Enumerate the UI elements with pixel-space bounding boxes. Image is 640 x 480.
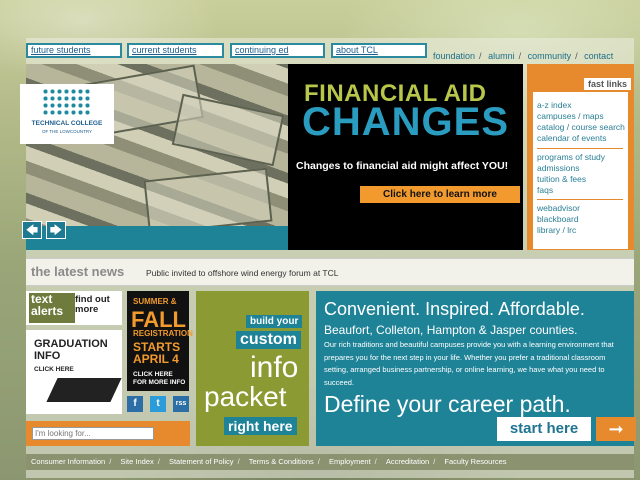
fast-link-admissions[interactable]: admissions	[537, 163, 580, 173]
bill-image	[143, 167, 273, 235]
bill-image	[171, 93, 285, 167]
intro-body: Our rich traditions and beautiful campus…	[324, 340, 614, 387]
footer-link[interactable]: Employment	[329, 457, 371, 466]
divider	[537, 148, 623, 149]
summer-line1: SUMMER &	[133, 297, 177, 306]
logo-line1: TECHNICAL COLLEGE	[31, 120, 103, 127]
tab-future-students[interactable]: future students	[26, 43, 122, 58]
graduation-info-promo[interactable]: GRADUATION INFO CLICK HERE	[26, 330, 122, 414]
tab-label[interactable]: current students	[129, 45, 222, 56]
intro-title: Convenient. Inspired. Affordable.	[324, 299, 585, 319]
news-ticker: the latest news Public invited to offsho…	[26, 258, 634, 286]
util-link-alumni[interactable]: alumni	[488, 51, 515, 61]
search-input[interactable]	[32, 427, 154, 440]
info-line4: packet	[204, 381, 287, 412]
separator: /	[479, 51, 482, 61]
start-arrow-icon[interactable]: ➞	[596, 417, 636, 441]
summer-line3: REGISTRATION	[133, 329, 193, 338]
info-packet-promo[interactable]: build your custom info packet right here	[196, 291, 309, 446]
logo-mark-icon	[42, 88, 92, 116]
prev-arrow-icon[interactable]: 🡄	[22, 221, 42, 239]
find-out-more-label: find out more	[75, 294, 110, 315]
next-arrow-icon[interactable]: 🡆	[46, 221, 66, 239]
info-line2: custom	[236, 331, 301, 349]
fast-link-catalog[interactable]: catalog / course search	[537, 122, 625, 132]
fast-link-webadvisor[interactable]: webadvisor	[537, 203, 580, 213]
tab-label[interactable]: about TCL	[333, 45, 425, 56]
fast-link-a-z[interactable]: a-z index	[537, 100, 572, 110]
footer-link[interactable]: Statement of Policy	[169, 457, 234, 466]
fast-link-tuition[interactable]: tuition & fees	[537, 174, 586, 184]
graduation-title: GRADUATION INFO	[34, 338, 108, 362]
news-headline-link[interactable]: Public invited to offshore wind energy f…	[146, 268, 338, 278]
graduation-cta: CLICK HERE	[34, 366, 74, 373]
site-search	[26, 421, 190, 446]
news-label: the latest news	[31, 264, 125, 279]
rss-icon[interactable]: rss	[173, 396, 189, 412]
summer-line4: STARTS APRIL 4	[133, 340, 181, 366]
footer-nav: Consumer Information / Site Index / Statem…	[26, 454, 634, 470]
info-line3: info	[250, 351, 299, 384]
twitter-icon[interactable]: t	[150, 396, 166, 412]
info-line5: right here	[224, 417, 297, 435]
intro-tagline: Define your career path.	[324, 391, 571, 417]
fast-link-faqs[interactable]: faqs	[537, 185, 553, 195]
college-logo[interactable]: TECHNICAL COLLEGE OF THE LOWCOUNTRY	[20, 84, 114, 144]
separator: /	[433, 457, 436, 466]
fast-link-blackboard[interactable]: blackboard	[537, 214, 579, 224]
hero-cta-button[interactable]: Click here to learn more	[360, 186, 520, 203]
separator: /	[237, 457, 240, 466]
separator: /	[575, 51, 578, 61]
hero-subline: Changes to financial aid might affect YO…	[296, 160, 509, 172]
footer-link[interactable]: Accreditation	[386, 457, 429, 466]
footer-link[interactable]: Consumer Information	[31, 457, 105, 466]
separator: /	[157, 457, 160, 466]
hero-headline-2: CHANGES	[302, 100, 510, 144]
fast-link-library[interactable]: library / lrc	[537, 225, 576, 235]
tab-label[interactable]: continuing ed	[232, 45, 323, 56]
fast-link-calendar[interactable]: calendar of events	[537, 133, 606, 143]
tab-about-tcl[interactable]: about TCL	[331, 43, 427, 58]
tab-label[interactable]: future students	[28, 45, 120, 56]
footer-link[interactable]: Terms & Conditions	[249, 457, 314, 466]
separator: /	[374, 457, 377, 466]
footer-link[interactable]: Faculty Resources	[444, 457, 506, 466]
util-link-community[interactable]: community	[528, 51, 572, 61]
separator: /	[518, 51, 522, 61]
tab-continuing-ed[interactable]: continuing ed	[230, 43, 325, 58]
util-link-contact[interactable]: contact	[584, 51, 613, 61]
fast-links-panel: fast links a-z index campuses / maps cat…	[527, 64, 634, 250]
fast-link-campuses[interactable]: campuses / maps	[537, 111, 604, 121]
separator: /	[317, 457, 320, 466]
logo-line2: OF THE LOWCOUNTRY	[41, 129, 93, 134]
text-alerts-label: text alerts	[29, 293, 75, 323]
footer-link[interactable]: Site Index	[120, 457, 153, 466]
tab-current-students[interactable]: current students	[127, 43, 224, 58]
util-link-foundation[interactable]: foundation	[433, 51, 475, 61]
start-here-button[interactable]: start here	[497, 417, 591, 441]
summer-line5: CLICK HERE FOR MORE INFO	[133, 371, 186, 386]
separator: /	[109, 457, 112, 466]
intro-counties: Beaufort, Colleton, Hampton & Jasper cou…	[324, 323, 578, 337]
registration-promo[interactable]: SUMMER & FALL REGISTRATION STARTS APRIL …	[127, 291, 193, 391]
info-line1: build your	[246, 315, 303, 328]
graduation-cap-icon	[46, 378, 122, 402]
utility-nav: foundation / alumni / community / contact	[433, 51, 613, 61]
facebook-icon[interactable]: f	[127, 396, 143, 412]
divider	[537, 199, 623, 200]
fast-link-programs[interactable]: programs of study	[537, 152, 605, 162]
fast-links-title: fast links	[583, 78, 631, 90]
